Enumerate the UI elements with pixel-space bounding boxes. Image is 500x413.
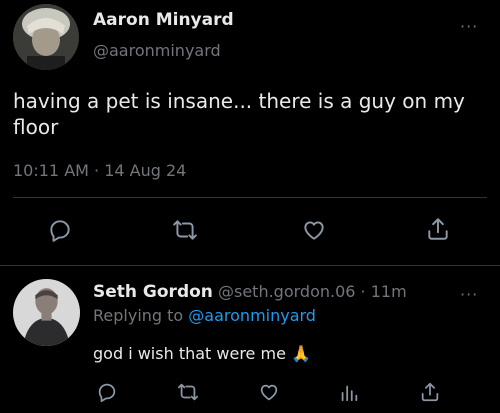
divider <box>13 197 487 198</box>
reply-icon[interactable] <box>96 381 118 403</box>
folded-hands-emoji: 🙏 <box>291 344 311 363</box>
reply-header: Seth Gordon @seth.gordon.06 · 11m <box>93 282 407 302</box>
retweet-icon[interactable] <box>176 381 200 403</box>
author-name[interactable]: Aaron Minyard <box>93 10 234 30</box>
share-icon[interactable] <box>419 380 441 404</box>
replying-to: Replying to @aaronminyard <box>93 306 316 325</box>
analytics-icon[interactable] <box>338 381 360 403</box>
tweet-text: having a pet is insane... there is a guy… <box>13 89 465 139</box>
reply-author-avatar[interactable] <box>13 279 80 346</box>
reply-author-name[interactable]: Seth Gordon <box>93 282 213 302</box>
tweet-thread: Aaron Minyard @aaronminyard ··· having a… <box>0 0 500 413</box>
reply-author-handle[interactable]: @seth.gordon.06 <box>218 282 355 301</box>
reply-text: god i wish that were me <box>93 344 286 363</box>
like-icon[interactable] <box>300 217 328 243</box>
retweet-icon[interactable] <box>171 217 199 243</box>
separator-dot: · <box>360 282 366 301</box>
replying-to-handle[interactable]: @aaronminyard <box>188 306 316 325</box>
author-handle[interactable]: @aaronminyard <box>93 41 221 60</box>
author-avatar[interactable] <box>13 4 79 70</box>
divider <box>0 265 500 266</box>
reply-time-ago[interactable]: 11m <box>371 282 407 301</box>
share-icon[interactable] <box>425 215 451 243</box>
tweet-timestamp[interactable]: 10:11 AM · 14 Aug 24 <box>13 161 186 180</box>
reply-more-options-icon[interactable]: ··· <box>460 287 478 303</box>
replying-to-label: Replying to <box>93 306 184 325</box>
reply-icon[interactable] <box>47 217 73 243</box>
reply-text-line: god i wish that were me 🙏 <box>93 344 311 363</box>
more-options-icon[interactable]: ··· <box>460 19 478 35</box>
like-icon[interactable] <box>257 381 281 403</box>
